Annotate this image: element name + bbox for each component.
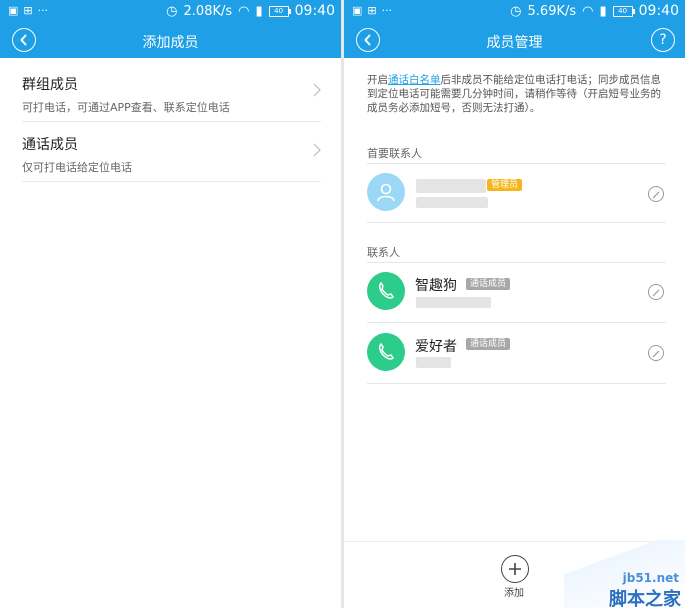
battery-icon: 40: [268, 5, 291, 17]
redacted-phone: [416, 297, 491, 308]
contacts-label: 联系人: [367, 246, 400, 259]
alarm-icon: ◷: [166, 3, 178, 19]
clock: 09:40: [638, 3, 679, 19]
divider: [367, 262, 666, 263]
wifi-icon: ◠: [238, 3, 250, 19]
contact-name: 爱好者: [415, 339, 457, 355]
person-icon: [377, 183, 395, 202]
more-icon: ···: [37, 4, 49, 17]
watermark-url: jb51.net: [622, 571, 679, 585]
add-member-screen: ▣ ⊞ ··· ◷ 2.08K/s ◠ ▮ 40 09:40 添加成员 群组成员…: [0, 0, 341, 608]
redacted-name: [416, 179, 486, 193]
wifi-icon: ◠: [582, 3, 594, 19]
menu-item-title: 通话成员: [22, 137, 78, 153]
plus-icon: [509, 563, 521, 575]
status-bar: ▣ ⊞ ··· ◷ 5.69K/s ◠ ▮ 40 09:40: [344, 0, 685, 23]
menu-item-call-member[interactable]: 通话成员 仅可打电话给定位电话: [22, 121, 321, 182]
app-icon: ⊞: [367, 4, 377, 17]
battery-icon: 40: [612, 5, 635, 17]
avatar: [367, 272, 405, 310]
clock: 09:40: [294, 3, 335, 19]
more-icon: ···: [381, 4, 393, 17]
page-title: 成员管理: [486, 35, 543, 51]
network-speed: 2.08K/s: [183, 3, 233, 19]
member-management-screen: ▣ ⊞ ··· ◷ 5.69K/s ◠ ▮ 40 09:40 成员管理 ? 开启…: [344, 0, 685, 608]
add-label: 添加: [504, 588, 524, 599]
nav-bar: 成员管理 ?: [344, 23, 685, 58]
add-member-button[interactable]: [501, 555, 529, 583]
watermark-text: 脚本之家: [609, 589, 681, 608]
edit-icon[interactable]: [648, 186, 664, 202]
redacted-phone: [416, 197, 488, 208]
alarm-icon: ◷: [510, 3, 522, 19]
notification-icon: ▣: [8, 4, 19, 17]
call-member-badge: 通话成员: [466, 278, 511, 290]
help-button[interactable]: ?: [651, 28, 675, 52]
chevron-right-icon: [313, 83, 321, 97]
network-speed: 5.69K/s: [527, 3, 577, 19]
call-member-badge: 通话成员: [466, 338, 511, 350]
menu-item-title: 群组成员: [22, 77, 78, 93]
whitelist-link[interactable]: 通话白名单: [388, 74, 441, 86]
divider: [367, 383, 666, 384]
notification-icon: ▣: [352, 4, 363, 17]
divider: [367, 322, 666, 323]
signal-icon: ▮: [255, 3, 263, 19]
status-bar: ▣ ⊞ ··· ◷ 2.08K/s ◠ ▮ 40 09:40: [0, 0, 341, 23]
menu-item-desc: 可打电话，可通过APP查看、联系定位电话: [22, 101, 230, 114]
phone-icon: [378, 342, 394, 360]
nav-bar: 添加成员: [0, 23, 341, 58]
page-title: 添加成员: [142, 35, 199, 51]
contact-name: 智趣狗: [415, 278, 457, 294]
avatar: [367, 333, 405, 371]
menu-item-group-member[interactable]: 群组成员 可打电话，可通过APP查看、联系定位电话: [22, 61, 321, 122]
menu-item-desc: 仅可打电话给定位电话: [22, 161, 132, 174]
primary-contact-label: 首要联系人: [367, 147, 422, 160]
avatar: [367, 173, 405, 211]
edit-icon[interactable]: [648, 284, 664, 300]
signal-icon: ▮: [599, 3, 607, 19]
chevron-right-icon: [313, 143, 321, 157]
admin-badge: 管理员: [487, 179, 523, 191]
phone-icon: [378, 281, 394, 299]
whitelist-notice: 开启通话白名单后非成员不能给定位电话打电话；同步成员信息到定位电话可能需要几分钟…: [367, 74, 661, 114]
edit-icon[interactable]: [648, 345, 664, 361]
divider: [367, 222, 666, 223]
redacted-phone: [416, 357, 451, 368]
divider: [367, 163, 666, 164]
app-icon: ⊞: [23, 4, 33, 17]
